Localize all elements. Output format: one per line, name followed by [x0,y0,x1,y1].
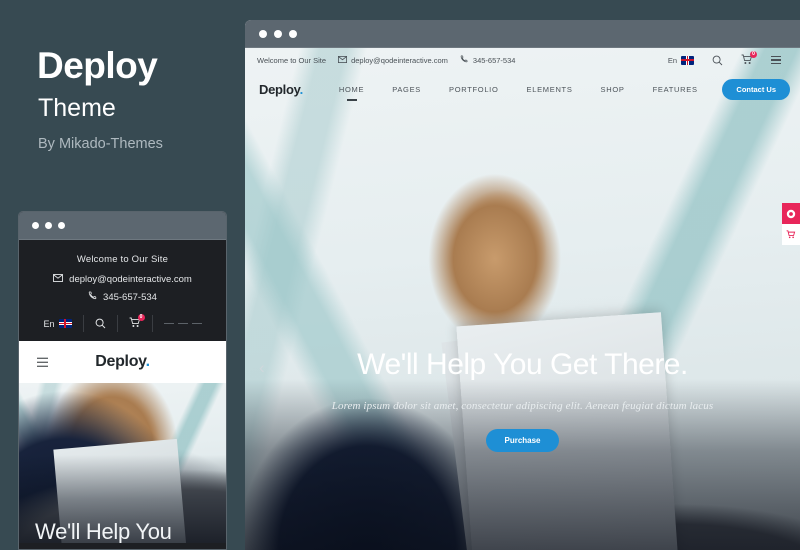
mobile-email-row[interactable]: deploy@qodeinteractive.com [19,274,226,285]
mobile-welcome-text: Welcome to Our Site [76,254,169,265]
mobile-search-button[interactable] [84,315,118,332]
mobile-language-label: En [43,318,55,329]
mobile-icon-row: En 0 [19,314,226,332]
promo-subtitle: Theme [38,94,116,122]
target-icon [786,209,796,218]
cart-icon [786,230,796,239]
window-dot-maximize[interactable] [289,29,297,38]
window-dot-close[interactable] [32,222,39,229]
window-dot-minimize[interactable] [45,222,52,229]
side-widget-stack [782,203,800,245]
uk-flag-icon [58,319,72,328]
desktop-preview-window: Welcome to Our Site deploy@qodeinteracti… [245,20,800,550]
mobile-email-text: deploy@qodeinteractive.com [69,274,192,285]
envelope-icon [53,274,64,285]
mobile-browser-chrome [19,212,226,240]
mobile-phone-row[interactable]: 345-657-534 [19,291,226,304]
mobile-cart-count: 0 [137,314,145,321]
mobile-logo-text: Deploy [95,353,146,370]
mobile-logo[interactable]: Deploy. [19,353,226,371]
mobile-hamburger-icon[interactable] [37,355,48,370]
mobile-logo-dot: . [145,353,150,370]
promo-author: By Mikado-Themes [38,136,163,152]
purchase-button[interactable]: Purchase [486,429,559,452]
mobile-navbar: Deploy. [19,341,226,383]
mobile-topbar: Welcome to Our Site deploy@qodeinteracti… [19,240,226,341]
mobile-language-switcher[interactable]: En [32,315,84,332]
mobile-hero-title: We'll Help You [35,519,172,543]
mobile-cart-button[interactable]: 0 [118,314,153,332]
window-dot-maximize[interactable] [58,222,65,229]
hero-content: ‹ We'll Help You Get There. Lorem ipsum … [245,48,800,550]
promo-title: Deploy [37,45,158,86]
mobile-phone-text: 345-657-534 [103,292,157,303]
hero-title: We'll Help You Get There. [357,348,688,381]
mobile-hero: We'll Help You [19,383,226,543]
window-dot-minimize[interactable] [274,29,282,38]
hero-subtitle: Lorem ipsum dolor sit amet, consectetur … [331,400,714,412]
target-widget-button[interactable] [782,203,800,224]
mobile-menu-button[interactable] [153,315,213,332]
hero-button-wrap: Purchase [245,429,800,452]
site-viewport: Welcome to Our Site deploy@qodeinteracti… [245,48,800,550]
search-icon [95,318,105,329]
desktop-browser-chrome [245,20,800,48]
cart-widget-button[interactable] [782,224,800,245]
phone-icon [88,291,98,304]
mobile-preview-window: Welcome to Our Site deploy@qodeinteracti… [18,211,227,550]
window-dot-close[interactable] [259,29,267,38]
